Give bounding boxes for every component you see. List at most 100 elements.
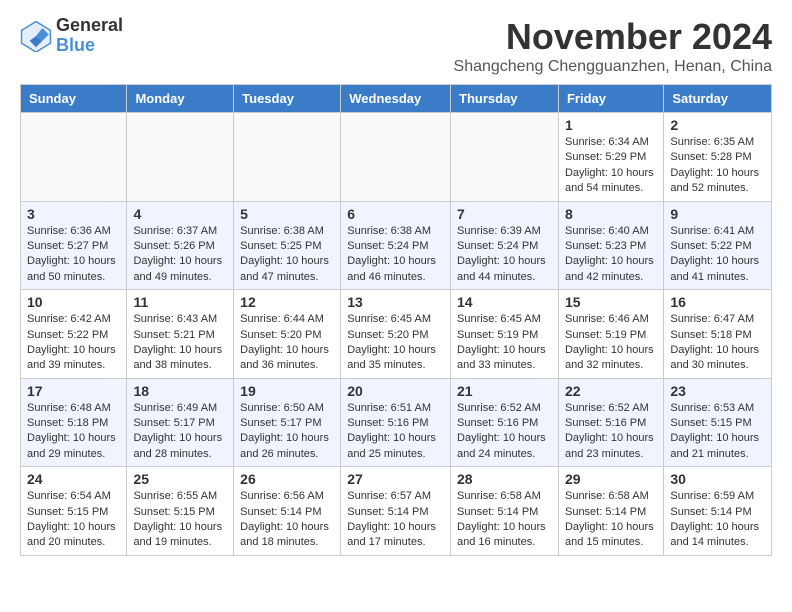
calendar-day-cell: 23 Sunrise: 6:53 AM Sunset: 5:15 PM Dayli… — [664, 378, 772, 467]
day-number: 13 — [347, 294, 444, 310]
day-number: 7 — [457, 206, 552, 222]
location-title: Shangcheng Chengguanzhen, Henan, China — [454, 58, 772, 76]
calendar-header-row: Sunday Monday Tuesday Wednesday Thursday… — [21, 85, 772, 113]
day-info: Sunrise: 6:48 AM Sunset: 5:18 PM Dayligh… — [27, 402, 116, 460]
calendar-day-cell: 21 Sunrise: 6:52 AM Sunset: 5:16 PM Dayli… — [451, 378, 559, 467]
col-friday: Friday — [558, 85, 663, 113]
day-number: 17 — [27, 383, 120, 399]
day-info: Sunrise: 6:54 AM Sunset: 5:15 PM Dayligh… — [27, 490, 116, 548]
day-number: 28 — [457, 471, 552, 487]
calendar-week-row: 17 Sunrise: 6:48 AM Sunset: 5:18 PM Dayli… — [21, 378, 772, 467]
calendar-week-row: 10 Sunrise: 6:42 AM Sunset: 5:22 PM Dayli… — [21, 290, 772, 379]
day-number: 21 — [457, 383, 552, 399]
calendar-day-cell: 1 Sunrise: 6:34 AM Sunset: 5:29 PM Daylig… — [558, 113, 663, 202]
day-number: 19 — [240, 383, 334, 399]
col-tuesday: Tuesday — [234, 85, 341, 113]
day-info: Sunrise: 6:42 AM Sunset: 5:22 PM Dayligh… — [27, 313, 116, 371]
day-info: Sunrise: 6:51 AM Sunset: 5:16 PM Dayligh… — [347, 402, 436, 460]
col-sunday: Sunday — [21, 85, 127, 113]
calendar-day-cell: 7 Sunrise: 6:39 AM Sunset: 5:24 PM Daylig… — [451, 201, 559, 290]
day-info: Sunrise: 6:50 AM Sunset: 5:17 PM Dayligh… — [240, 402, 329, 460]
logo-general-text: General — [56, 16, 123, 36]
logo: General Blue — [20, 16, 123, 56]
day-info: Sunrise: 6:41 AM Sunset: 5:22 PM Dayligh… — [670, 225, 759, 283]
calendar-day-cell: 16Sunrise: 6:47 AM Sunset: 5:18 PM Dayli… — [664, 290, 772, 379]
calendar-day-cell: 25Sunrise: 6:55 AM Sunset: 5:15 PM Dayli… — [127, 467, 234, 556]
calendar-day-cell: 13 Sunrise: 6:45 AM Sunset: 5:20 PM Dayli… — [341, 290, 451, 379]
calendar-day-cell: 10 Sunrise: 6:42 AM Sunset: 5:22 PM Dayli… — [21, 290, 127, 379]
day-info: Sunrise: 6:52 AM Sunset: 5:16 PM Dayligh… — [565, 402, 654, 460]
calendar-day-cell: 11 Sunrise: 6:43 AM Sunset: 5:21 PM Dayli… — [127, 290, 234, 379]
day-number: 24 — [27, 471, 120, 487]
calendar-day-cell: 2Sunrise: 6:35 AM Sunset: 5:28 PM Daylig… — [664, 113, 772, 202]
calendar-day-cell: 18 Sunrise: 6:49 AM Sunset: 5:17 PM Dayli… — [127, 378, 234, 467]
calendar-day-cell — [127, 113, 234, 202]
day-number: 3 — [27, 206, 120, 222]
day-number: 27 — [347, 471, 444, 487]
calendar-day-cell: 3 Sunrise: 6:36 AM Sunset: 5:27 PM Daylig… — [21, 201, 127, 290]
calendar-body: 1 Sunrise: 6:34 AM Sunset: 5:29 PM Daylig… — [21, 113, 772, 556]
calendar-day-cell: 14Sunrise: 6:45 AM Sunset: 5:19 PM Dayli… — [451, 290, 559, 379]
day-info: Sunrise: 6:45 AM Sunset: 5:19 PM Dayligh… — [457, 313, 546, 371]
day-number: 29 — [565, 471, 657, 487]
day-info: Sunrise: 6:52 AM Sunset: 5:16 PM Dayligh… — [457, 402, 546, 460]
day-number: 15 — [565, 294, 657, 310]
calendar-day-cell: 22 Sunrise: 6:52 AM Sunset: 5:16 PM Dayli… — [558, 378, 663, 467]
calendar-day-cell — [21, 113, 127, 202]
col-thursday: Thursday — [451, 85, 559, 113]
calendar-week-row: 1 Sunrise: 6:34 AM Sunset: 5:29 PM Daylig… — [21, 113, 772, 202]
day-number: 1 — [565, 117, 657, 133]
calendar-table: Sunday Monday Tuesday Wednesday Thursday… — [20, 84, 772, 556]
calendar-day-cell: 30Sunrise: 6:59 AM Sunset: 5:14 PM Dayli… — [664, 467, 772, 556]
day-number: 10 — [27, 294, 120, 310]
logo-icon — [20, 20, 52, 52]
day-info: Sunrise: 6:39 AM Sunset: 5:24 PM Dayligh… — [457, 225, 546, 283]
day-info: Sunrise: 6:38 AM Sunset: 5:25 PM Dayligh… — [240, 225, 329, 283]
day-info: Sunrise: 6:40 AM Sunset: 5:23 PM Dayligh… — [565, 225, 654, 283]
day-number: 16 — [670, 294, 765, 310]
day-info: Sunrise: 6:58 AM Sunset: 5:14 PM Dayligh… — [457, 490, 546, 548]
calendar-day-cell: 19 Sunrise: 6:50 AM Sunset: 5:17 PM Dayli… — [234, 378, 341, 467]
day-info: Sunrise: 6:44 AM Sunset: 5:20 PM Dayligh… — [240, 313, 329, 371]
day-number: 8 — [565, 206, 657, 222]
calendar-day-cell: 26Sunrise: 6:56 AM Sunset: 5:14 PM Dayli… — [234, 467, 341, 556]
day-number: 12 — [240, 294, 334, 310]
day-number: 23 — [670, 383, 765, 399]
day-info: Sunrise: 6:58 AM Sunset: 5:14 PM Dayligh… — [565, 490, 654, 548]
calendar-week-row: 3 Sunrise: 6:36 AM Sunset: 5:27 PM Daylig… — [21, 201, 772, 290]
calendar-day-cell: 20 Sunrise: 6:51 AM Sunset: 5:16 PM Dayli… — [341, 378, 451, 467]
calendar-day-cell: 5 Sunrise: 6:38 AM Sunset: 5:25 PM Daylig… — [234, 201, 341, 290]
calendar-day-cell: 27 Sunrise: 6:57 AM Sunset: 5:14 PM Dayli… — [341, 467, 451, 556]
day-number: 6 — [347, 206, 444, 222]
day-number: 22 — [565, 383, 657, 399]
logo-blue-text: Blue — [56, 36, 123, 56]
day-info: Sunrise: 6:37 AM Sunset: 5:26 PM Dayligh… — [133, 225, 222, 283]
day-info: Sunrise: 6:36 AM Sunset: 5:27 PM Dayligh… — [27, 225, 116, 283]
calendar-day-cell — [234, 113, 341, 202]
title-block: November 2024 Shangcheng Chengguanzhen, … — [454, 16, 772, 76]
day-info: Sunrise: 6:53 AM Sunset: 5:15 PM Dayligh… — [670, 402, 759, 460]
day-info: Sunrise: 6:43 AM Sunset: 5:21 PM Dayligh… — [133, 313, 222, 371]
month-title: November 2024 — [454, 16, 772, 58]
day-number: 4 — [133, 206, 227, 222]
day-info: Sunrise: 6:45 AM Sunset: 5:20 PM Dayligh… — [347, 313, 436, 371]
day-number: 11 — [133, 294, 227, 310]
day-info: Sunrise: 6:57 AM Sunset: 5:14 PM Dayligh… — [347, 490, 436, 548]
calendar-day-cell — [451, 113, 559, 202]
calendar-day-cell: 9Sunrise: 6:41 AM Sunset: 5:22 PM Daylig… — [664, 201, 772, 290]
calendar-day-cell: 29 Sunrise: 6:58 AM Sunset: 5:14 PM Dayli… — [558, 467, 663, 556]
day-number: 26 — [240, 471, 334, 487]
day-info: Sunrise: 6:46 AM Sunset: 5:19 PM Dayligh… — [565, 313, 654, 371]
col-wednesday: Wednesday — [341, 85, 451, 113]
calendar-day-cell: 24 Sunrise: 6:54 AM Sunset: 5:15 PM Dayli… — [21, 467, 127, 556]
calendar-day-cell: 15 Sunrise: 6:46 AM Sunset: 5:19 PM Dayli… — [558, 290, 663, 379]
calendar-day-cell — [341, 113, 451, 202]
day-number: 18 — [133, 383, 227, 399]
day-number: 20 — [347, 383, 444, 399]
calendar-day-cell: 17 Sunrise: 6:48 AM Sunset: 5:18 PM Dayli… — [21, 378, 127, 467]
day-number: 5 — [240, 206, 334, 222]
day-info: Sunrise: 6:49 AM Sunset: 5:17 PM Dayligh… — [133, 402, 222, 460]
day-number: 30 — [670, 471, 765, 487]
calendar-week-row: 24 Sunrise: 6:54 AM Sunset: 5:15 PM Dayli… — [21, 467, 772, 556]
day-info: Sunrise: 6:34 AM Sunset: 5:29 PM Dayligh… — [565, 136, 654, 194]
